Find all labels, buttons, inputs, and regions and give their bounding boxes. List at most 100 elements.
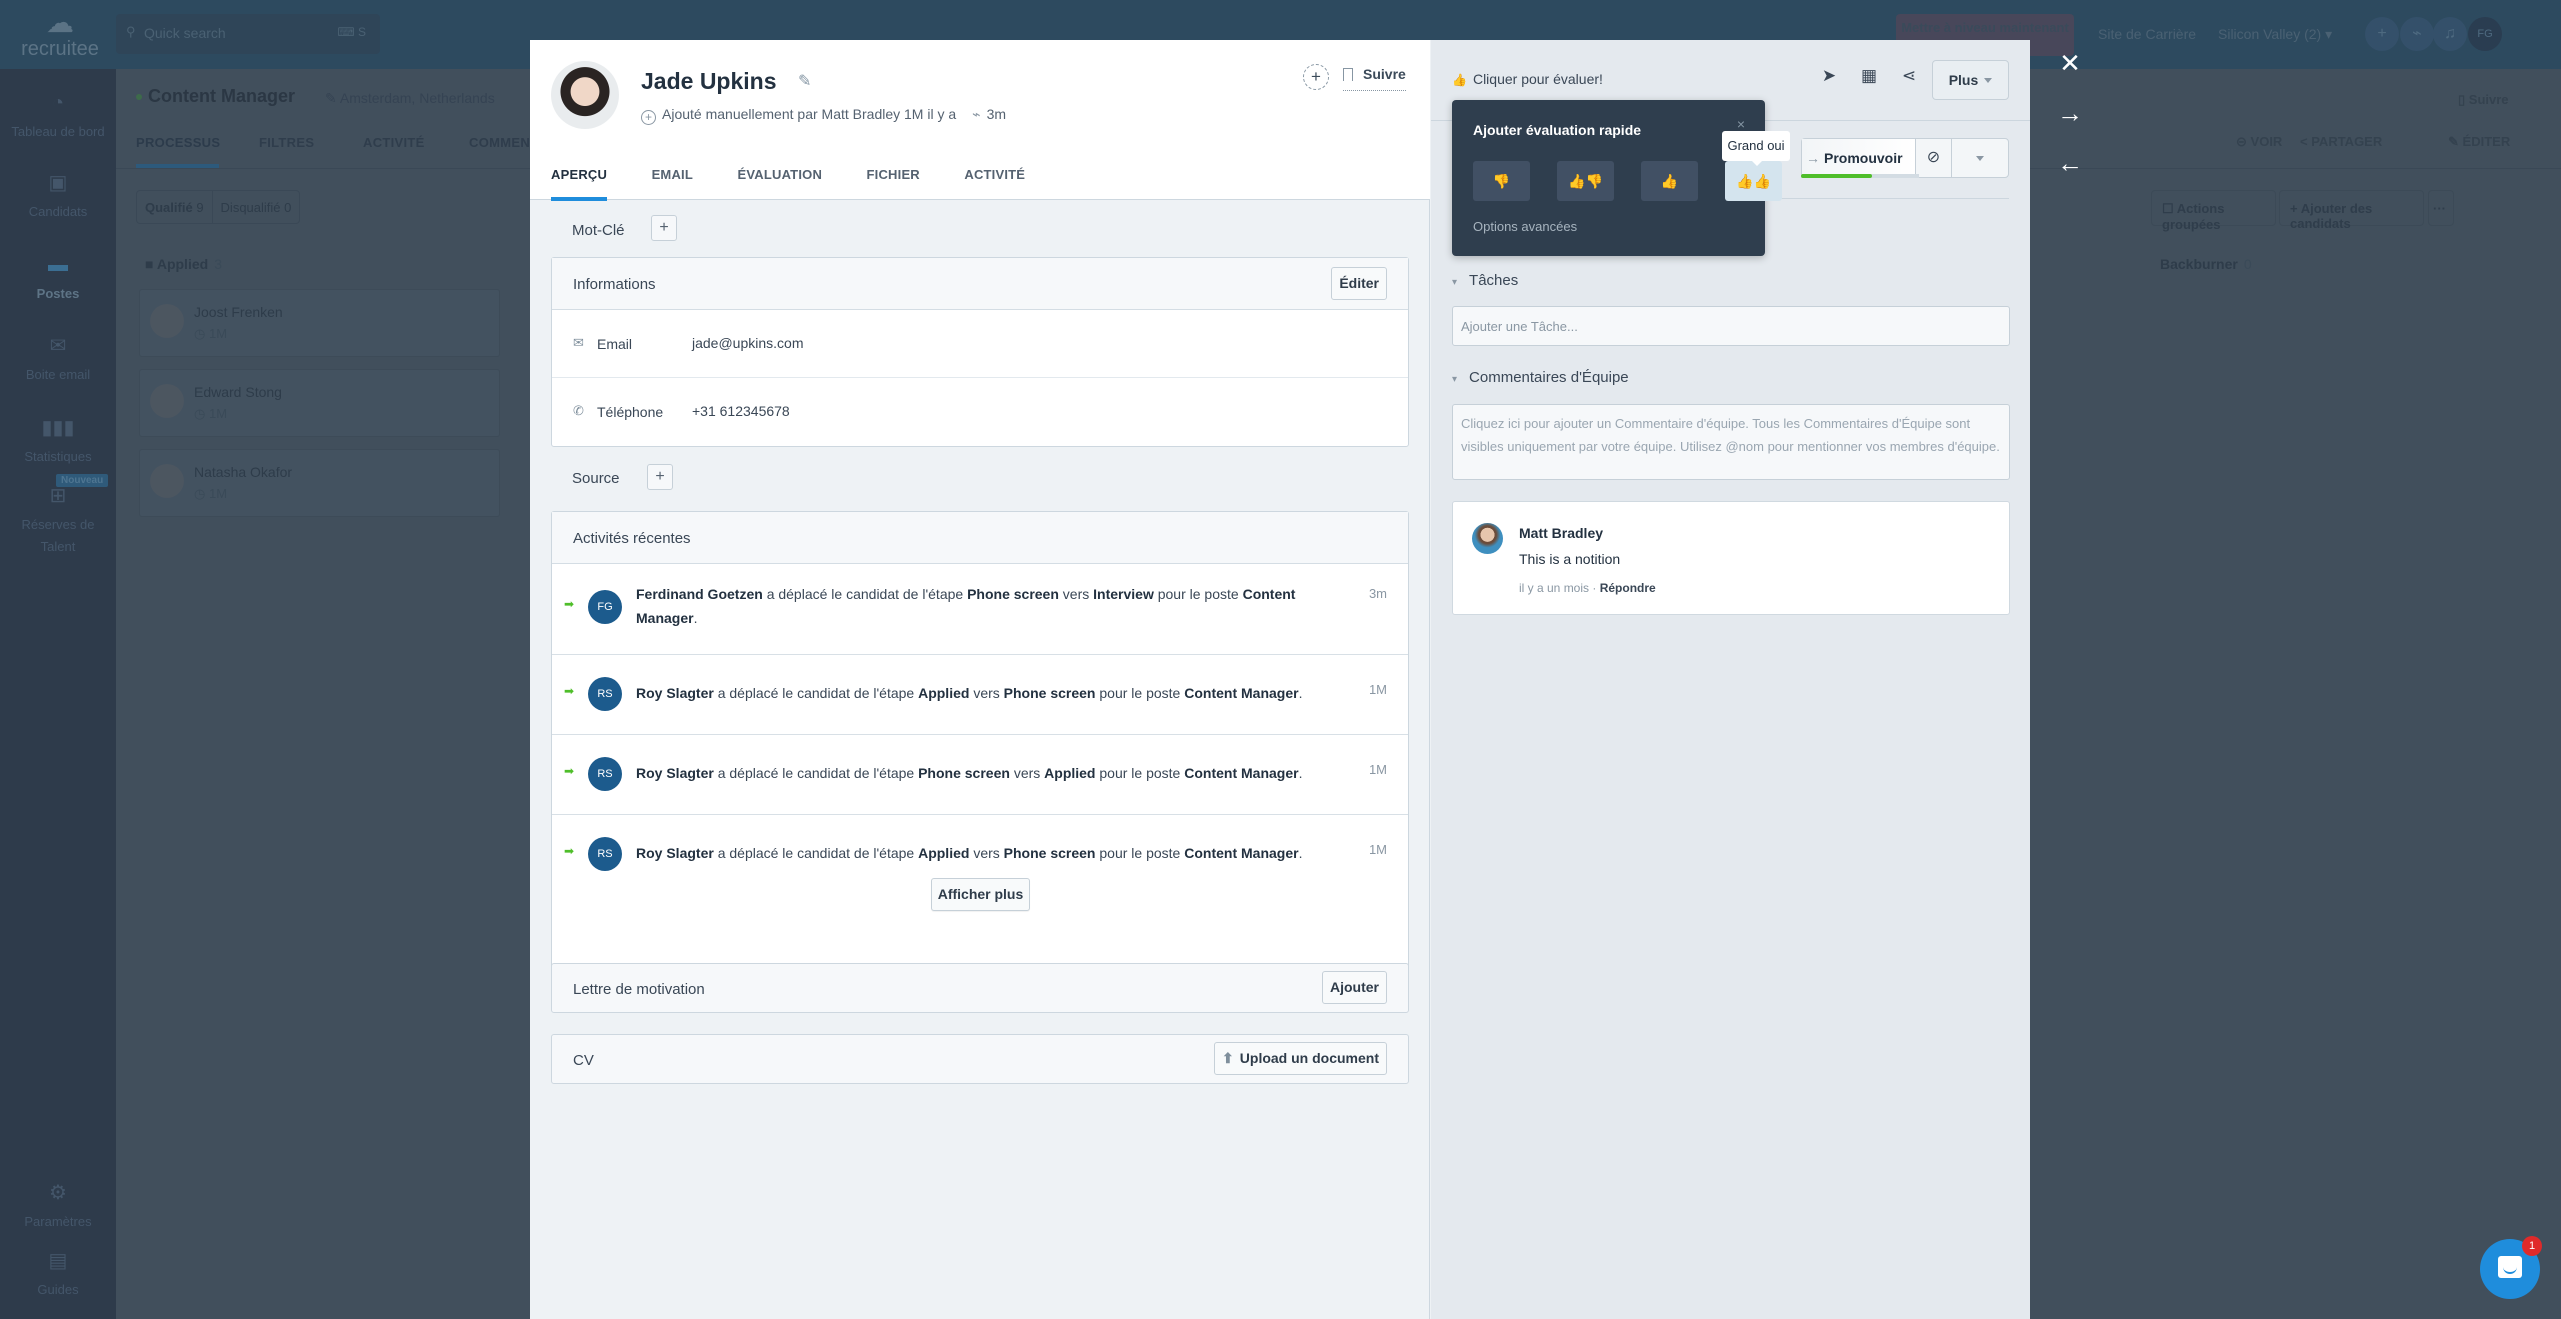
disqualify-button[interactable]: ⊘ [1915,139,1951,177]
close-modal-icon[interactable]: ✕ [2055,48,2085,78]
candidate-card[interactable]: Natasha Okafor ◷ 1M [139,449,500,517]
show-more-button[interactable]: Afficher plus [931,878,1030,911]
schedule-event-icon[interactable]: ▦ [1858,66,1880,86]
tab-email[interactable]: EMAIL [652,167,693,201]
sidebar-item-dashboard[interactable]: ◔ Tableau de bord [0,91,116,143]
to-word: vers [973,845,1000,861]
avatar: RS [588,757,622,791]
thumbs-down-icon: 👎 [1492,173,1511,189]
edit-name-icon[interactable]: ✎ [798,71,811,91]
share-icon[interactable]: ⋖ [1898,66,1920,86]
share-button[interactable]: < PARTAGER [2300,134,2382,149]
follow-job-button[interactable]: ▯ Suivre [2458,92,2509,108]
view-button[interactable]: ⊝ VOIR [2236,134,2282,150]
add-follower-button[interactable]: + [1303,64,1329,90]
rating-yes-button[interactable]: 👍 [1641,161,1698,201]
more-dropdown-button[interactable]: Plus [1932,60,2009,100]
email-value[interactable]: jade@upkins.com [692,335,804,351]
upload-document-button[interactable]: ⬆ Upload un document [1214,1042,1387,1075]
quick-rating-title: Ajouter évaluation rapide [1473,122,1642,138]
advanced-options-link[interactable]: Options avancées [1473,219,1577,234]
candidate-card[interactable]: Edward Stong ◷ 1M [139,369,500,437]
pencil-icon[interactable]: ✎ [325,90,337,106]
comments-section-toggle[interactable]: ▾ Commentaires d'Équipe [1452,369,1629,386]
tab-comments[interactable]: COMMENTAIRES [469,135,529,150]
bell-icon[interactable]: ♫ [2433,17,2467,51]
candidate-card[interactable]: Joost Frenken ◷ 1M [139,289,500,357]
shortcut-key: S [357,25,366,39]
tab-files[interactable]: FICHIER [867,167,920,201]
close-icon[interactable]: × [1737,116,1745,132]
logo-icon: ☁ [46,7,74,38]
chat-widget-button[interactable]: 1 [2480,1236,2542,1299]
double-thumbs-up-icon: 👍👍 [1736,173,1771,189]
promote-button[interactable]: → Promouvoir [1802,139,1915,177]
tab-process[interactable]: PROCESSUS [136,135,220,150]
next-candidate-icon[interactable]: → [2055,98,2085,128]
phone-value[interactable]: +31 612345678 [692,403,790,419]
tasks-section-toggle[interactable]: ▾ Tâches [1452,272,1518,289]
from-stage: Applied [918,685,970,701]
job-name: Content Manager [1184,685,1299,701]
to-word: vers [973,685,1000,701]
rating-strong-yes-button[interactable]: 👍👍 [1725,161,1782,201]
caret-down-icon [1984,78,1993,83]
send-icon[interactable]: ➤ [1818,66,1840,86]
unread-badge: 1 [2522,1236,2542,1256]
reply-link[interactable]: Répondre [1600,581,1656,595]
disqualified-toggle[interactable]: Disqualifié 0 [211,191,300,224]
sidebar-item-candidates[interactable]: ▣ Candidats [0,171,116,223]
add-icon[interactable]: + [2365,17,2399,51]
phone-row: ✆ Téléphone +31 612345678 [552,378,1408,446]
tab-activity[interactable]: ACTIVITÉ [363,135,425,150]
tab-evaluation[interactable]: ÉVALUATION [737,167,822,201]
from-stage: Phone screen [918,765,1010,781]
activity-icon[interactable]: ⌁ [2400,17,2434,51]
actor: Roy Slagter [636,685,714,701]
sidebar-item-mailbox[interactable]: ✉ Boite email [0,334,116,386]
more-options-button[interactable]: ··· [2428,190,2454,226]
tab-activity[interactable]: ACTIVITÉ [964,167,1025,201]
tab-filters[interactable]: FILTRES [259,135,314,150]
user-avatar[interactable]: FG [2468,17,2502,51]
bulk-actions-button[interactable]: ☐ Actions groupées [2151,190,2276,232]
edit-info-button[interactable]: Éditer [1331,267,1387,300]
upload-label: Upload un document [1239,1050,1379,1066]
disqualified-label: Disqualifié [220,200,281,215]
rating-maybe-button[interactable]: 👍👎 [1557,161,1614,201]
tab-overview[interactable]: APERÇU [551,167,608,201]
edit-button[interactable]: ✎ ÉDITER [2448,134,2510,150]
sidebar-item-jobs[interactable]: ▬ Postes [0,253,116,305]
sidebar-item-guides[interactable]: ▤ Guides [0,1249,116,1301]
arrow-right-icon: ➡ [564,764,575,778]
previous-candidate-icon[interactable]: ← [2055,148,2085,178]
post-word: pour le poste [1099,765,1181,781]
rating-no-button[interactable]: 👎 [1473,161,1530,201]
column-backburner: Backburner 0 [2160,256,2252,272]
stage-actions: → Promouvoir ⊘ [1801,138,2009,178]
add-source-button[interactable]: + [647,464,673,490]
job-name: Content Manager [1184,845,1299,861]
add-keyword-button[interactable]: + [651,215,677,241]
add-task-input[interactable]: Ajouter une Tâche... [1452,306,2010,346]
job-title: Content Manager [136,86,295,107]
stage-dropdown-button[interactable] [1951,139,2008,177]
quick-search-input[interactable]: ⚲ Quick search ⌨ S [116,14,380,54]
recruitee-logo[interactable]: ☁ recruitee [16,8,104,63]
job-location: ✎ Amsterdam, Netherlands [325,90,495,107]
sidebar-label: Statistiques [24,449,92,464]
qualified-toggle[interactable]: Qualifié 9 [137,191,212,224]
company-selector[interactable]: Silicon Valley (2) ▾ [2218,26,2332,43]
rate-prompt[interactable]: 👍 Cliquer pour évaluer! [1452,71,1603,87]
career-site-link[interactable]: Site de Carrière [2098,26,2196,42]
chevron-down-icon: ▾ [1452,374,1458,385]
sidebar-item-statistics[interactable]: ▮▮▮ Statistiques [0,416,116,468]
follow-button[interactable]: Suivre [1343,66,1406,91]
add-candidates-button[interactable]: + Ajouter des candidats [2279,190,2424,231]
add-cover-letter-button[interactable]: Ajouter [1322,971,1387,1004]
time-value: 1M [208,406,228,421]
cover-letter-panel: Lettre de motivation Ajouter [551,963,1409,1013]
sidebar-item-talent-pools[interactable]: ⊞ Réserves de Talent [0,484,116,558]
team-comment-input[interactable]: Cliquez ici pour ajouter un Commentaire … [1452,404,2010,480]
sidebar-item-settings[interactable]: ⚙ Paramètres [0,1181,116,1233]
